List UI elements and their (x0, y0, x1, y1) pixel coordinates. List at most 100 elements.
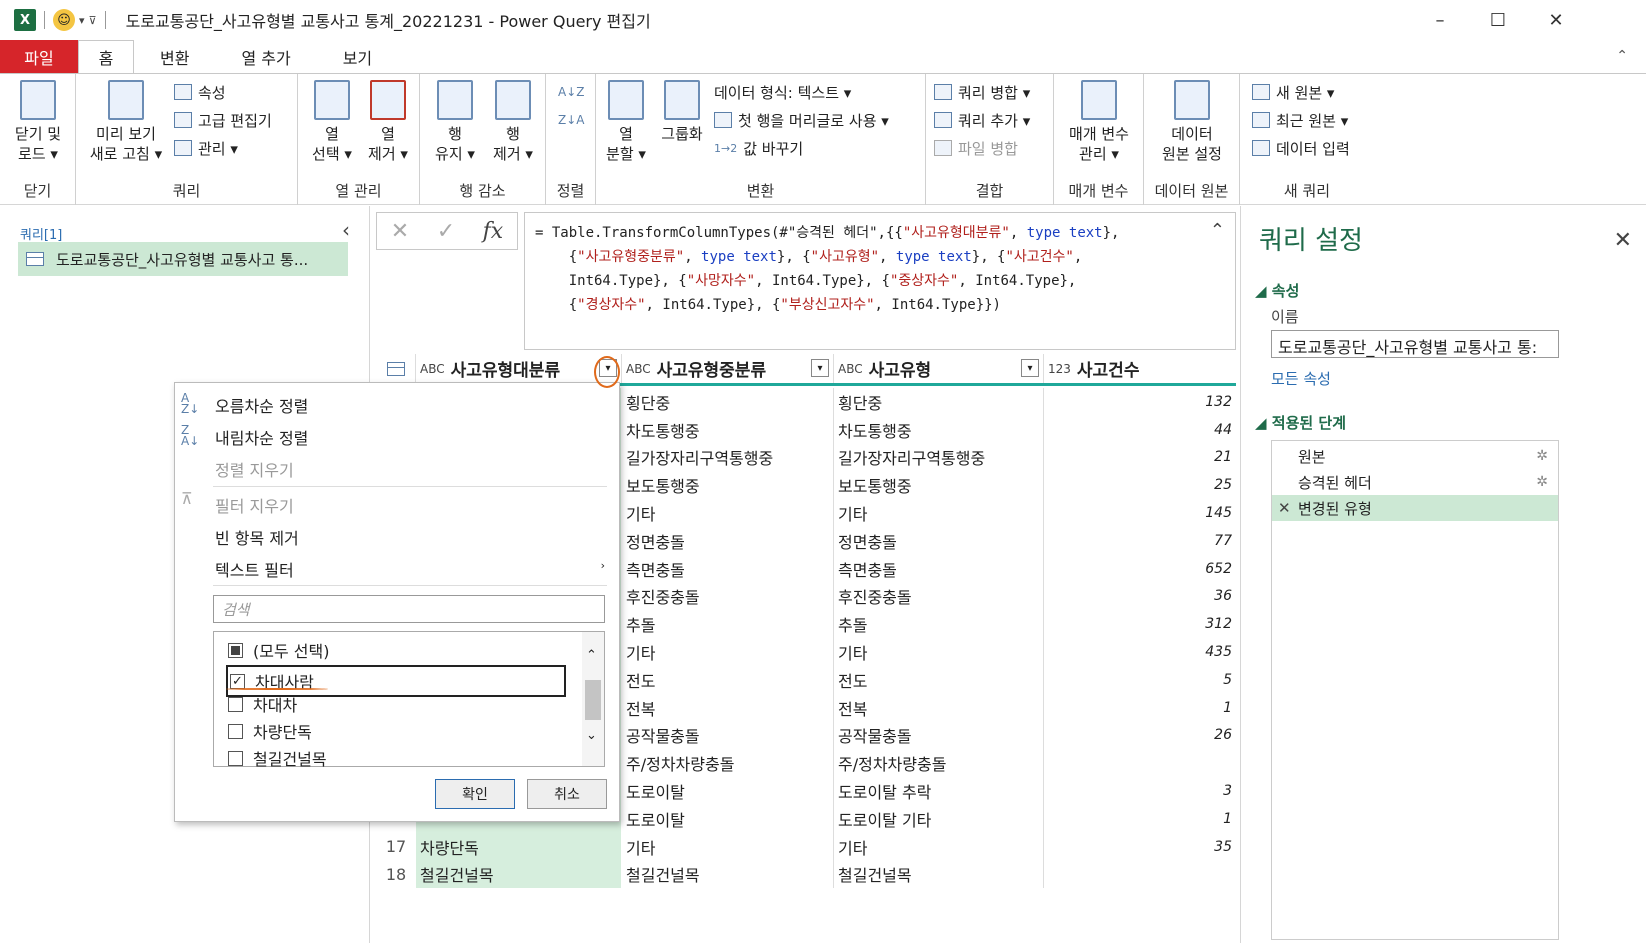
clear-filter-item[interactable]: 필터 지우기 (215, 493, 294, 517)
table-cell[interactable]: 공작물충돌 (834, 721, 1044, 750)
table-cell[interactable] (1044, 749, 1236, 777)
remove-empty-item[interactable]: 빈 항목 제거 (215, 525, 299, 549)
table-cell[interactable]: 기타 (622, 638, 834, 666)
filter-dropdown-icon[interactable]: ▾ (811, 359, 829, 377)
table-cell[interactable]: 철길건널목 (622, 860, 834, 889)
checkbox-icon[interactable] (228, 723, 243, 739)
table-cell[interactable]: 주/정차차량충돌 (622, 749, 834, 778)
text-type-icon[interactable]: ABC (838, 362, 863, 376)
properties-button[interactable]: 속성 (174, 80, 226, 104)
query-name-input[interactable]: 도로교통공단_사고유형별 교통사고 통: (1271, 330, 1559, 358)
all-properties-link[interactable]: 모든 속성 (1271, 368, 1331, 389)
filter-checkbox-item[interactable]: (모두 선택) (228, 638, 329, 662)
manage-parameters-button[interactable]: 매개 변수 관리 ▾ (1058, 80, 1140, 164)
checkbox-partial-icon[interactable] (228, 642, 243, 658)
filter-checkbox-item[interactable]: 차대차 (228, 692, 297, 716)
table-cell[interactable]: 652 (1044, 555, 1236, 583)
table-cell[interactable]: 측면충돌 (834, 554, 1044, 583)
confirm-formula-icon[interactable]: ✓ (437, 219, 455, 244)
table-cell[interactable]: 도로이탈 (622, 777, 834, 805)
minimize-button[interactable]: – (1420, 6, 1460, 34)
remove-columns-button[interactable]: 열 제거 ▾ (360, 80, 416, 164)
table-cell[interactable]: 기타 (834, 832, 1044, 861)
merge-queries-button[interactable]: 쿼리 병합 ▾ (934, 80, 1030, 104)
table-cell[interactable]: 18 (376, 861, 416, 889)
collapse-ribbon-icon[interactable]: ⌃ (1616, 48, 1628, 64)
filter-checkbox-item[interactable]: 차량단독 (228, 719, 312, 743)
maximize-button[interactable]: ☐ (1478, 6, 1518, 34)
sort-descending-item[interactable]: 내림차순 정렬 (215, 425, 308, 449)
table-cell[interactable]: 후진중충돌 (834, 582, 1044, 611)
table-cell[interactable]: 횡단중 (834, 388, 1044, 416)
table-cell[interactable]: 3 (1044, 777, 1236, 805)
sort-ascending-icon[interactable]: A↓Z (558, 80, 584, 104)
table-cell[interactable]: 보도통행중 (622, 471, 834, 500)
table-cell[interactable]: 1 (1044, 694, 1236, 722)
gear-icon[interactable]: ✲ (1536, 448, 1548, 464)
tab-view[interactable]: 보기 (317, 40, 398, 73)
step-item[interactable]: 원본 ✲ (1272, 443, 1558, 469)
customize-icon[interactable]: ⊽ (89, 14, 97, 27)
text-type-icon[interactable]: ABC (626, 362, 651, 376)
table-cell[interactable]: 312 (1044, 610, 1236, 638)
column-header-2[interactable]: ABC 사고유형중분류 ▾ (622, 354, 834, 383)
table-cell[interactable]: 21 (1044, 444, 1236, 472)
table-cell[interactable]: 차도통행중 (622, 415, 834, 444)
recent-sources-button[interactable]: 최근 원본 ▾ (1252, 108, 1348, 132)
fx-icon[interactable]: fx (483, 219, 504, 244)
data-type-dropdown[interactable]: 데이터 형식: 텍스트 ▾ (714, 80, 851, 104)
scroll-thumb[interactable] (585, 680, 601, 720)
filter-search-input[interactable]: 검색 (213, 595, 605, 623)
cancel-formula-icon[interactable]: ✕ (391, 219, 409, 244)
data-source-settings-button[interactable]: 데이터 원본 설정 (1148, 80, 1236, 164)
use-first-row-button[interactable]: 첫 행을 머리글로 사용 ▾ (714, 108, 889, 132)
table-cell[interactable]: 길가장자리구역통행중 (834, 443, 1044, 472)
replace-values-button[interactable]: 1→2 값 바꾸기 (714, 136, 803, 160)
table-cell[interactable]: 도로이탈 기타 (834, 805, 1044, 833)
scroll-up-icon[interactable]: ⌃ (586, 648, 597, 663)
table-cell[interactable]: 도로이탈 (622, 805, 834, 833)
table-cell[interactable]: 보도통행중 (834, 471, 1044, 500)
tab-transform[interactable]: 변환 (134, 40, 215, 73)
table-cell[interactable]: 공작물충돌 (622, 721, 834, 750)
split-column-button[interactable]: 열 분할 ▾ (600, 80, 652, 164)
column-header-3[interactable]: ABC 사고유형 ▾ (834, 354, 1044, 383)
table-cell[interactable]: 36 (1044, 583, 1236, 611)
step-item-selected[interactable]: ✕ 변경된 유형 (1272, 495, 1558, 521)
table-cell[interactable]: 전복 (834, 693, 1044, 722)
sort-descending-icon[interactable]: Z↓A (558, 108, 584, 132)
tab-home[interactable]: 홈 (78, 40, 134, 73)
table-cell[interactable]: 후진중충돌 (622, 582, 834, 611)
tab-add-column[interactable]: 열 추가 (215, 40, 316, 73)
combine-files-button[interactable]: 파일 병합 (934, 136, 1018, 160)
choose-columns-button[interactable]: 열 선택 ▾ (304, 80, 360, 164)
number-type-icon[interactable]: 123 (1048, 362, 1071, 376)
table-cell[interactable]: 전복 (622, 693, 834, 722)
collapse-pane-icon[interactable]: ‹ (342, 218, 350, 242)
table-cell[interactable]: 77 (1044, 527, 1236, 555)
properties-section[interactable]: ◢ 속성 (1255, 280, 1299, 301)
table-cell[interactable]: 길가장자리구역통행중 (622, 443, 834, 472)
close-window-button[interactable]: ✕ (1536, 6, 1576, 34)
table-cell[interactable]: 추돌 (834, 610, 1044, 639)
sort-ascending-item[interactable]: 오름차순 정렬 (215, 393, 308, 417)
table-cell[interactable]: 주/정차차량충돌 (834, 749, 1044, 778)
table-cell[interactable]: 차도통행중 (834, 415, 1044, 444)
dropdown-icon[interactable]: ▾ (79, 14, 85, 27)
formula-input[interactable]: = Table.TransformColumnTypes(#"승격된 헤더",{… (524, 212, 1236, 350)
table-cell[interactable]: 철길건널목 (834, 860, 1044, 889)
table-cell[interactable]: 35 (1044, 833, 1236, 861)
text-type-icon[interactable]: ABC (420, 362, 445, 376)
column-header-1[interactable]: ABC 사고유형대분류 ▾ (416, 354, 622, 383)
table-cell[interactable]: 철길건널목 (416, 860, 622, 889)
delete-step-icon[interactable]: ✕ (1278, 499, 1291, 517)
table-cell[interactable]: 145 (1044, 499, 1236, 527)
enter-data-button[interactable]: 데이터 입력 (1252, 136, 1350, 160)
table-cell[interactable]: 전도 (622, 666, 834, 694)
table-cell[interactable]: 5 (1044, 666, 1236, 694)
table-cell[interactable]: 횡단중 (622, 388, 834, 416)
cancel-button[interactable]: 취소 (527, 779, 607, 809)
table-cell[interactable]: 44 (1044, 416, 1236, 444)
refresh-preview-button[interactable]: 미리 보기 새로 고침 ▾ (84, 80, 168, 164)
applied-steps-section[interactable]: ◢ 적용된 단계 (1255, 412, 1346, 433)
